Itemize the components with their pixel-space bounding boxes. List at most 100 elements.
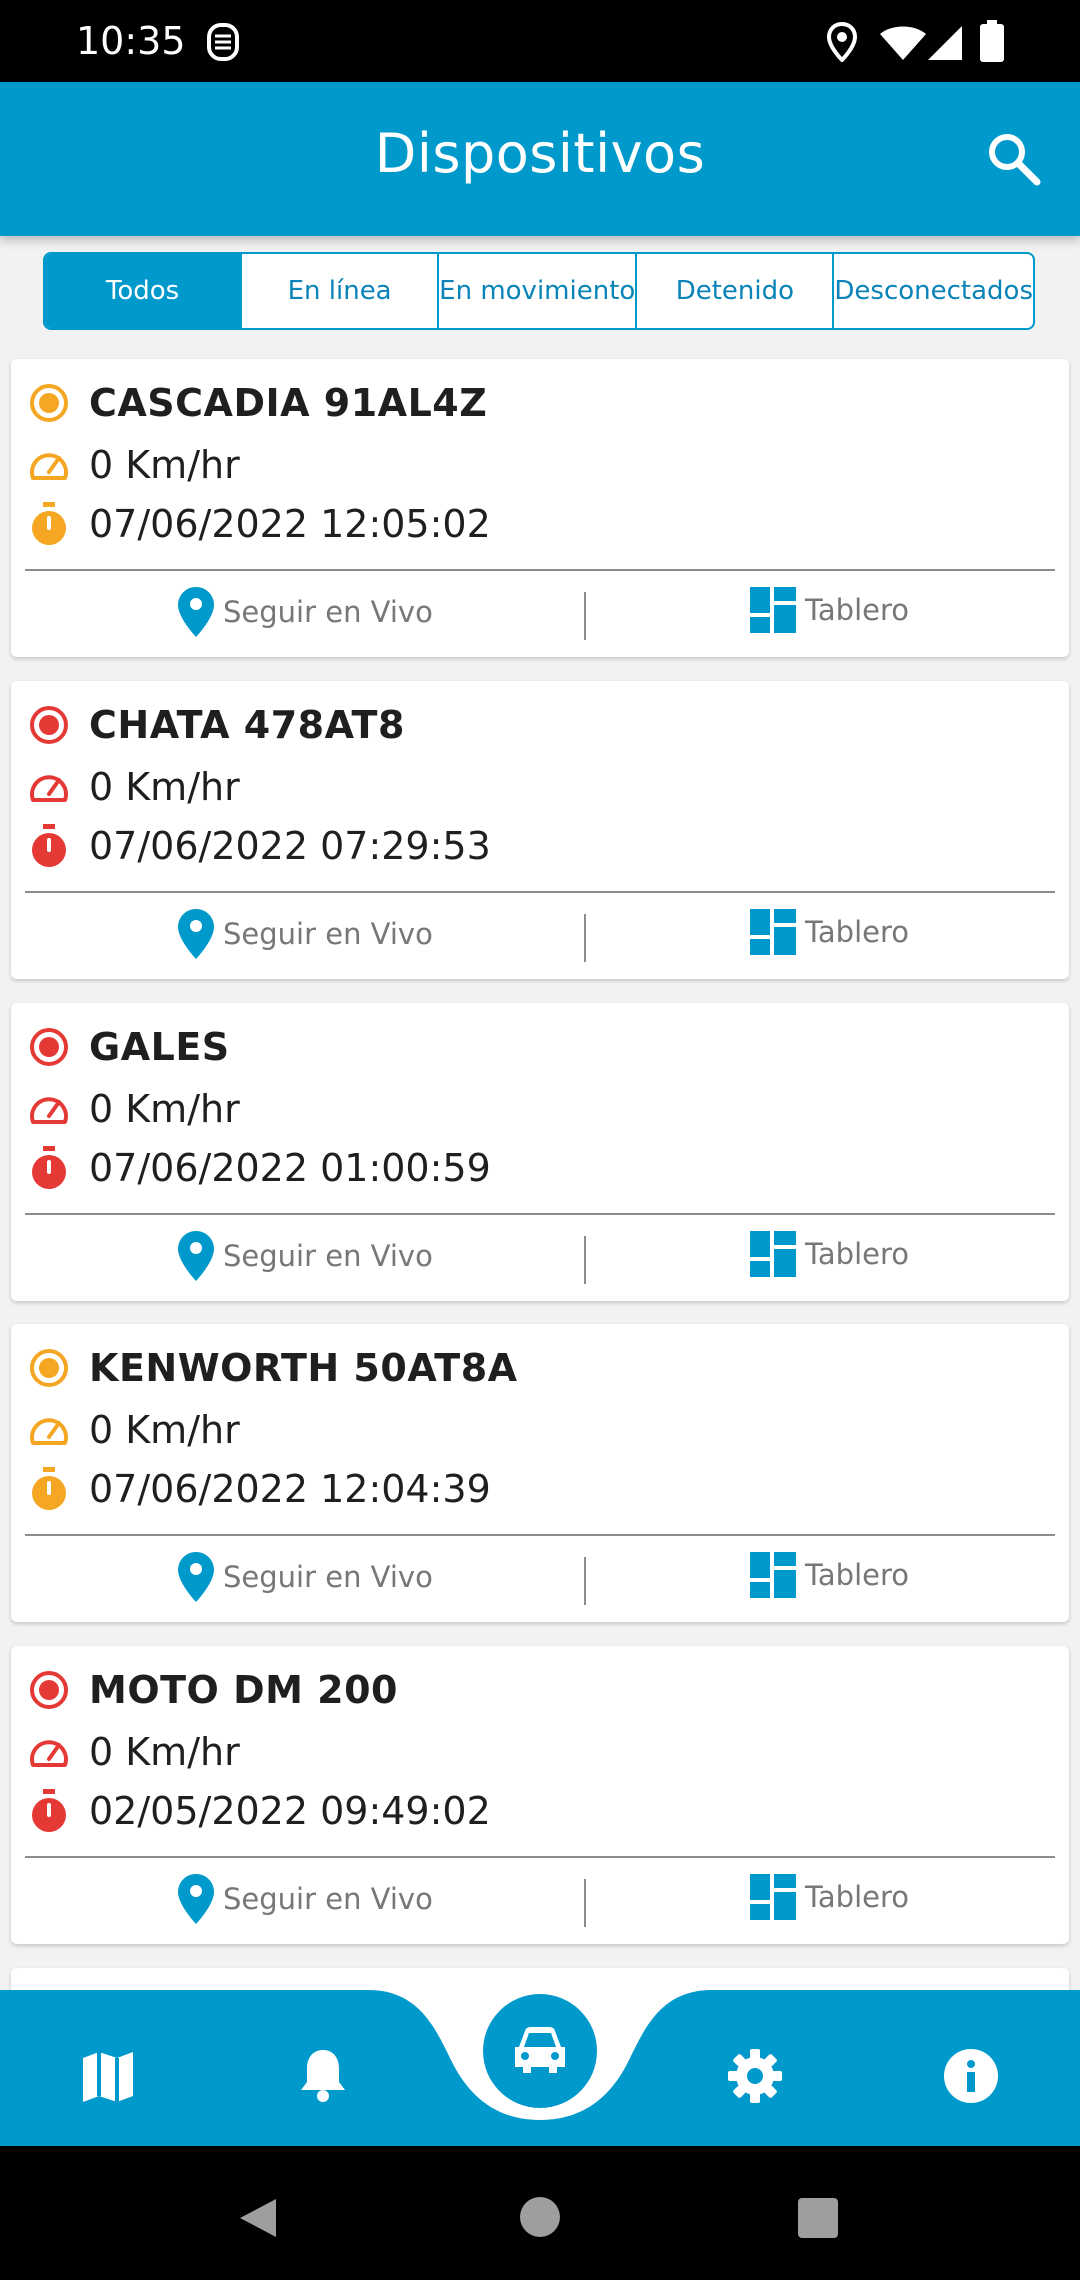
action-separator (584, 1557, 586, 1605)
vpn-key-icon (207, 23, 239, 61)
timer-icon (27, 1146, 71, 1190)
wifi-icon (880, 26, 926, 60)
car-icon[interactable] (483, 1994, 597, 2108)
timer-icon (27, 502, 71, 546)
tab-en-movimiento[interactable]: En movimiento (439, 254, 638, 328)
tab-detenido[interactable]: Detenido (637, 254, 835, 328)
status-time: 10:35 (76, 19, 186, 63)
follow-live-button[interactable]: Seguir en Vivo (177, 586, 433, 638)
tab-en-linea[interactable]: En línea (242, 254, 440, 328)
tab-desconectados[interactable]: Desconectados (834, 254, 1033, 328)
system-nav-bar (0, 2146, 1080, 2280)
location-pin-icon (178, 1552, 214, 1602)
device-speed: 0 Km/hr (89, 1730, 240, 1774)
timer-icon (27, 1467, 71, 1511)
follow-live-label: Seguir en Vivo (223, 1882, 433, 1916)
dashboard-button[interactable]: Tablero (749, 586, 909, 634)
card-divider (25, 891, 1055, 893)
device-card[interactable]: GALES 0 Km/hr 07/06/2022 01:00:59 Seguir… (11, 1003, 1069, 1301)
location-pin-icon (178, 587, 214, 637)
back-icon[interactable] (236, 2196, 280, 2240)
device-card[interactable]: CHATA 478AT8 0 Km/hr 07/06/2022 07:29:53 (11, 681, 1069, 979)
device-speed: 0 Km/hr (89, 1087, 240, 1131)
device-name: CHATA 478AT8 (89, 703, 405, 747)
map-icon[interactable] (81, 2050, 135, 2104)
action-separator (584, 1879, 586, 1927)
device-card[interactable]: MOTO DM 200 0 Km/hr 02/05/2022 09:49:02 (11, 1646, 1069, 1944)
card-divider (25, 1856, 1055, 1858)
follow-live-button[interactable]: Seguir en Vivo (177, 1873, 433, 1925)
device-name: GALES (89, 1025, 230, 1069)
dashboard-label: Tablero (805, 1237, 910, 1271)
status-dot-icon (27, 1346, 71, 1390)
device-name: CASCADIA 91AL4Z (89, 381, 488, 425)
battery-icon (980, 20, 1004, 62)
action-separator (584, 1236, 586, 1284)
speedometer-icon (27, 1730, 71, 1774)
recents-icon[interactable] (798, 2198, 838, 2238)
location-icon (826, 22, 858, 62)
timer-icon (27, 1789, 71, 1833)
status-dot-icon (27, 703, 71, 747)
dashboard-label: Tablero (805, 1558, 910, 1592)
gear-icon[interactable] (727, 2048, 783, 2104)
follow-live-button[interactable]: Seguir en Vivo (177, 1230, 433, 1282)
dashboard-button[interactable]: Tablero (749, 1873, 909, 1921)
device-datetime: 02/05/2022 09:49:02 (89, 1789, 491, 1833)
home-icon[interactable] (519, 2196, 561, 2238)
speedometer-icon (27, 443, 71, 487)
status-dot-icon (27, 1668, 71, 1712)
dashboard-icon (750, 1874, 796, 1920)
status-dot-icon (27, 1025, 71, 1069)
follow-live-button[interactable]: Seguir en Vivo (177, 1551, 433, 1603)
device-name: MOTO DM 200 (89, 1668, 398, 1712)
device-speed: 0 Km/hr (89, 765, 240, 809)
device-card[interactable]: KENWORTH 50AT8A 0 Km/hr 07/06/2022 12:04… (11, 1324, 1069, 1622)
dashboard-label: Tablero (805, 1880, 910, 1914)
dashboard-button[interactable]: Tablero (749, 908, 909, 956)
tab-todos[interactable]: Todos (45, 254, 243, 328)
status-bar: 10:35 (0, 0, 1080, 82)
follow-live-button[interactable]: Seguir en Vivo (177, 908, 433, 960)
info-icon[interactable] (943, 2048, 999, 2104)
location-pin-icon (178, 909, 214, 959)
search-icon[interactable] (985, 130, 1041, 186)
action-separator (584, 914, 586, 962)
signal-icon (928, 26, 962, 60)
action-separator (584, 592, 586, 640)
device-speed: 0 Km/hr (89, 443, 240, 487)
dashboard-icon (750, 587, 796, 633)
dashboard-button[interactable]: Tablero (749, 1551, 909, 1599)
device-datetime: 07/06/2022 12:05:02 (89, 502, 491, 546)
device-datetime: 07/06/2022 07:29:53 (89, 824, 491, 868)
dashboard-label: Tablero (805, 915, 910, 949)
device-name: KENWORTH 50AT8A (89, 1346, 518, 1390)
dashboard-icon (750, 909, 796, 955)
dashboard-icon (750, 1552, 796, 1598)
device-datetime: 07/06/2022 12:04:39 (89, 1467, 491, 1511)
app-bar: Dispositivos (0, 82, 1080, 236)
follow-live-label: Seguir en Vivo (223, 917, 433, 951)
device-card[interactable]: CASCADIA 91AL4Z 0 Km/hr 07/06/2022 12:05… (11, 359, 1069, 657)
speedometer-icon (27, 1087, 71, 1131)
bell-icon[interactable] (298, 2046, 348, 2102)
status-dot-icon (27, 381, 71, 425)
device-speed: 0 Km/hr (89, 1408, 240, 1452)
speedometer-icon (27, 765, 71, 809)
follow-live-label: Seguir en Vivo (223, 595, 433, 629)
device-datetime: 07/06/2022 01:00:59 (89, 1146, 491, 1190)
location-pin-icon (178, 1231, 214, 1281)
dashboard-label: Tablero (805, 593, 910, 627)
follow-live-label: Seguir en Vivo (223, 1239, 433, 1273)
card-divider (25, 1213, 1055, 1215)
dashboard-button[interactable]: Tablero (749, 1230, 909, 1278)
page-title: Dispositivos (374, 122, 706, 185)
filter-tabs: Todos En línea En movimiento Detenido De… (43, 252, 1035, 330)
follow-live-label: Seguir en Vivo (223, 1560, 433, 1594)
card-divider (25, 569, 1055, 571)
card-divider (25, 1534, 1055, 1536)
location-pin-icon (178, 1874, 214, 1924)
speedometer-icon (27, 1408, 71, 1452)
dashboard-icon (750, 1231, 796, 1277)
timer-icon (27, 824, 71, 868)
